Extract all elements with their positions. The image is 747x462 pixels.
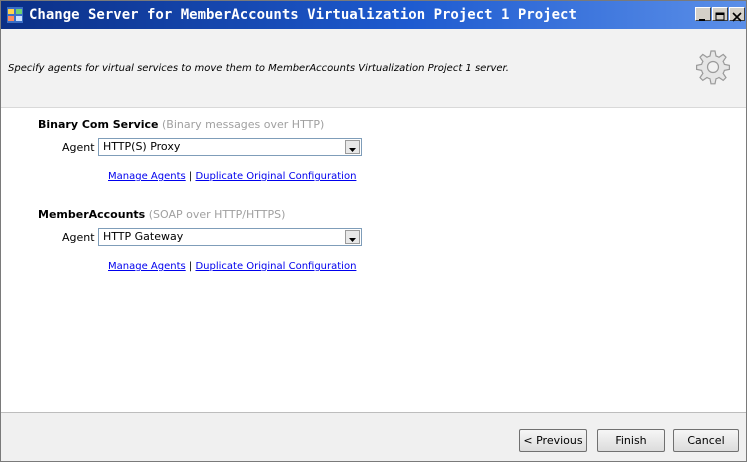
previous-button[interactable]: < Previous <box>519 429 587 452</box>
wizard-footer: < Previous Finish Cancel <box>1 412 746 461</box>
minimize-button[interactable] <box>695 7 711 21</box>
duplicate-configuration-link[interactable]: Duplicate Original Configuration <box>195 261 356 272</box>
close-button[interactable] <box>729 7 745 22</box>
agent-select[interactable]: HTTP Gateway <box>98 228 362 246</box>
cancel-button[interactable]: Cancel <box>673 429 739 452</box>
agent-label: Agent <box>62 141 95 154</box>
gear-icon <box>696 50 730 85</box>
chevron-down-icon <box>349 238 356 242</box>
agents-panel: Binary Com Service (Binary messages over… <box>1 108 746 411</box>
wizard-header: Specify agents for virtual services to m… <box>1 29 746 108</box>
service-links: Manage Agents | Duplicate Original Confi… <box>108 261 356 272</box>
service-protocol: (Binary messages over HTTP) <box>161 118 325 131</box>
instruction-text: Specify agents for virtual services to m… <box>8 63 509 74</box>
service-name: MemberAccounts <box>38 208 146 221</box>
agent-select-value: HTTP(S) Proxy <box>103 140 181 153</box>
service-heading: MemberAccounts (SOAP over HTTP/HTTPS) <box>38 208 285 221</box>
service-protocol: (SOAP over HTTP/HTTPS) <box>148 208 286 221</box>
title-bar[interactable]: Change Server for MemberAccounts Virtual… <box>1 1 746 29</box>
service-name: Binary Com Service <box>38 118 159 131</box>
window-title: Change Server for MemberAccounts Virtual… <box>29 7 577 23</box>
duplicate-configuration-link[interactable]: Duplicate Original Configuration <box>195 171 356 182</box>
finish-button[interactable]: Finish <box>597 429 665 452</box>
maximize-icon <box>715 12 725 21</box>
close-icon <box>732 12 742 22</box>
service-links: Manage Agents | Duplicate Original Confi… <box>108 171 356 182</box>
change-server-dialog: Change Server for MemberAccounts Virtual… <box>0 0 747 462</box>
minimize-icon <box>699 19 705 21</box>
service-heading: Binary Com Service (Binary messages over… <box>38 118 324 131</box>
agent-label: Agent <box>62 231 95 244</box>
maximize-button[interactable] <box>712 7 728 21</box>
chevron-down-icon <box>349 148 356 152</box>
dropdown-button[interactable] <box>345 230 360 244</box>
agent-select[interactable]: HTTP(S) Proxy <box>98 138 362 156</box>
dropdown-button[interactable] <box>345 140 360 154</box>
manage-agents-link[interactable]: Manage Agents <box>108 261 186 272</box>
link-separator: | <box>188 171 193 182</box>
link-separator: | <box>188 261 193 272</box>
manage-agents-link[interactable]: Manage Agents <box>108 171 186 182</box>
agent-select-value: HTTP Gateway <box>103 230 184 243</box>
app-icon <box>7 7 23 23</box>
